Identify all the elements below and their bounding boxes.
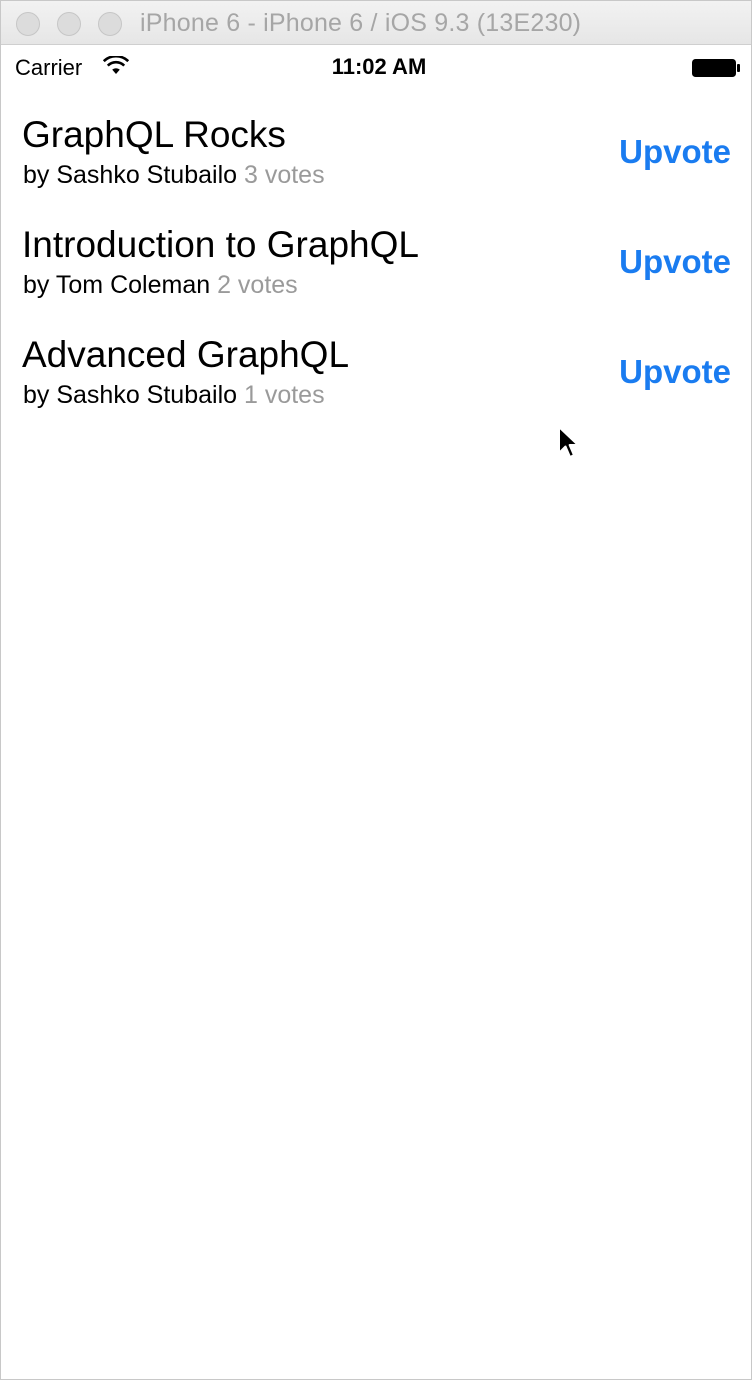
battery-icon (692, 59, 740, 77)
upvote-button[interactable]: Upvote (619, 351, 731, 393)
list-item: GraphQL Rocks by Sashko Stubailo 3 votes… (1, 111, 751, 221)
post-votes: 2 votes (217, 271, 298, 299)
post-votes: 3 votes (243, 161, 325, 189)
post-votes: 1 votes (243, 381, 325, 409)
minimize-window-button[interactable] (57, 12, 81, 36)
post-author: by Tom Coleman (23, 271, 211, 299)
window-titlebar: iPhone 6 - iPhone 6 / iOS 9.3 (13E230) (1, 1, 751, 45)
post-title: GraphQL Rocks (22, 114, 286, 155)
post-author: by Sashko Stubailo (23, 381, 238, 409)
status-bar: Carrier 11:02 AM (1, 46, 751, 88)
post-author: by Sashko Stubailo (23, 161, 238, 189)
posts-list: GraphQL Rocks by Sashko Stubailo 3 votes… (1, 111, 751, 441)
close-window-button[interactable] (16, 12, 40, 36)
post-title: Advanced GraphQL (22, 334, 350, 375)
upvote-button[interactable]: Upvote (619, 241, 731, 283)
window-title: iPhone 6 - iPhone 6 / iOS 9.3 (13E230) (140, 9, 582, 37)
status-time: 11:02 AM (331, 54, 427, 79)
upvote-button[interactable]: Upvote (619, 131, 731, 173)
mouse-pointer-icon (558, 426, 579, 458)
list-item: Advanced GraphQL by Sashko Stubailo 1 vo… (1, 331, 751, 441)
list-item: Introduction to GraphQL by Tom Coleman 2… (1, 221, 751, 331)
post-meta: by Tom Coleman 2 votes (23, 268, 298, 302)
zoom-window-button[interactable] (98, 12, 122, 36)
post-meta: by Sashko Stubailo 3 votes (23, 158, 325, 192)
post-meta: by Sashko Stubailo 1 votes (23, 378, 325, 412)
simulator-window: iPhone 6 - iPhone 6 / iOS 9.3 (13E230) C… (0, 0, 752, 1380)
post-title: Introduction to GraphQL (22, 224, 419, 265)
